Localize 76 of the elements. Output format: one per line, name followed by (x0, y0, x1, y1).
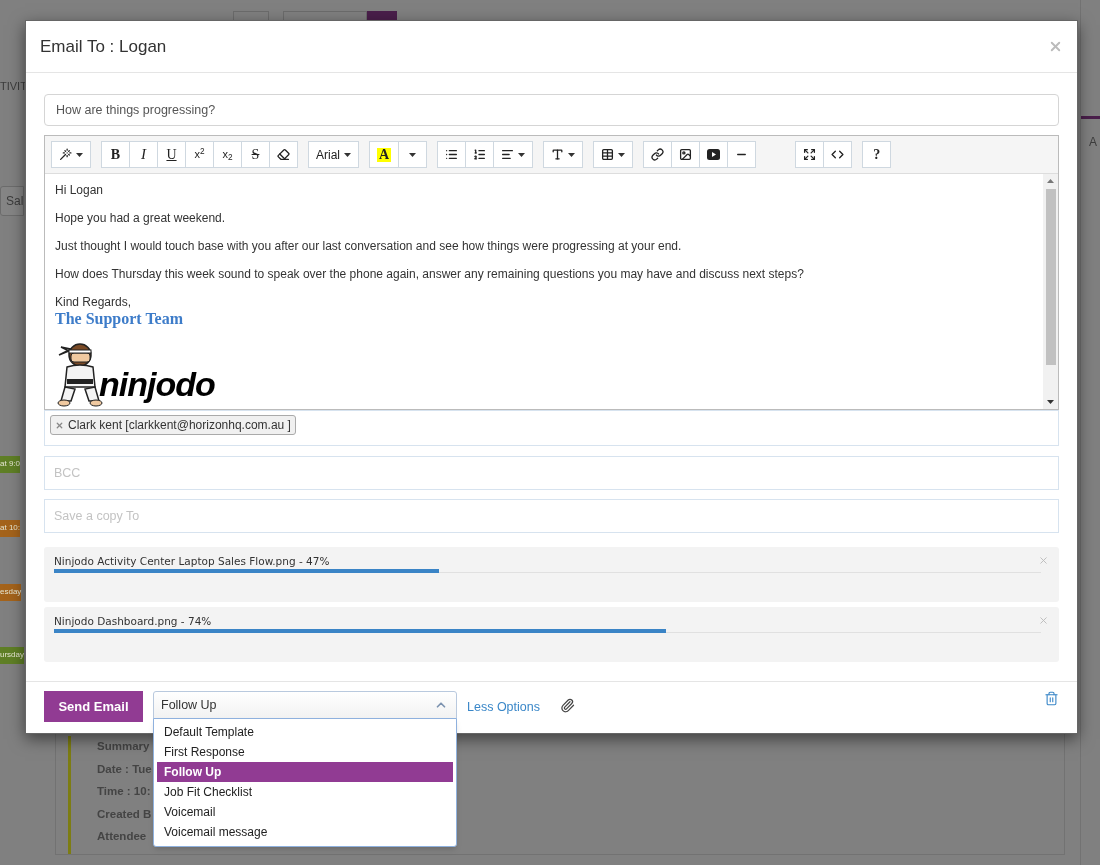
scroll-up-icon[interactable] (1047, 179, 1054, 183)
save-copy-field[interactable]: Save a copy To (44, 499, 1059, 533)
logo-text: ninjodo (99, 367, 215, 401)
wand-icon (59, 148, 72, 161)
detail-label: Time : 10: (97, 784, 152, 799)
to-field[interactable]: Clark kent [clarkkent@horizonhq.com.au ] (44, 410, 1059, 446)
template-select[interactable]: Follow Up (153, 691, 457, 719)
template-option[interactable]: Job Fit Checklist (157, 782, 453, 802)
attachment-name: Ninjodo Dashboard.png - 74% (54, 615, 212, 628)
toolbar-button[interactable] (823, 141, 853, 168)
link-icon (651, 148, 665, 161)
detail-label: Date : Tue (97, 761, 152, 776)
bullet-list-icon (445, 148, 459, 161)
scroll-down-icon[interactable] (1047, 400, 1054, 404)
less-options-link[interactable]: Less Options (467, 698, 540, 717)
template-option[interactable]: Voicemail (157, 802, 453, 822)
remove-icon (55, 420, 64, 430)
caret-icon (409, 152, 417, 157)
event-tag: at 9:0 (0, 455, 20, 473)
email-paragraph: How does Thursday this week sound to speak over the phone again, answer any remaining questions you may have and discuss next steps? (55, 267, 805, 281)
toolbar-button[interactable] (795, 141, 825, 168)
email-paragraph: Just thought I would touch base with you after our last conversation and see how things were progressing at your end. (55, 239, 683, 253)
template-option[interactable]: Follow Up (157, 762, 453, 782)
email-paragraph: Hi Logan (55, 183, 105, 197)
event-tag: at 10: (0, 519, 20, 537)
table-icon (601, 148, 615, 161)
background-label: A (1089, 134, 1098, 151)
paperclip-icon[interactable] (559, 698, 575, 713)
send-email-button[interactable]: Send Email (44, 691, 143, 722)
code-icon (831, 148, 845, 161)
toolbar-button[interactable] (493, 141, 534, 168)
bcc-field[interactable]: BCC (44, 456, 1059, 490)
email-paragraph: Hope you had a great weekend. (55, 211, 227, 225)
event-tag: esday (0, 583, 22, 601)
toolbar-button[interactable] (465, 141, 495, 168)
template-option[interactable]: First Response (157, 742, 453, 762)
detail-label: Created B (97, 806, 152, 821)
text-size-icon (551, 148, 565, 161)
dropdown-toggle[interactable] (398, 141, 428, 168)
dialog-title: Email To : Logan (40, 35, 167, 58)
toolbar-button[interactable] (543, 141, 584, 168)
scrollbar[interactable] (1043, 174, 1058, 409)
toolbar-button[interactable]: Arial (308, 141, 359, 168)
email-closing: Kind Regards, (55, 295, 133, 309)
video-icon (707, 149, 721, 160)
toolbar-button[interactable]: I (129, 141, 158, 168)
toolbar-button[interactable] (643, 141, 673, 168)
toolbar-button[interactable]: A (369, 141, 400, 168)
fullscreen-icon (803, 148, 817, 161)
toolbar-button[interactable] (671, 141, 701, 168)
email-signature: The Support Team (55, 309, 185, 329)
toolbar-button[interactable]: B (101, 141, 130, 168)
background-label: TIVIT (0, 79, 27, 94)
toolbar-button[interactable] (269, 141, 298, 168)
toolbar-button[interactable]: S (241, 141, 270, 168)
subject-field[interactable]: How are things progressing? (44, 94, 1059, 126)
toolbar-button[interactable] (699, 141, 729, 168)
toolbar-button[interactable]: U (157, 141, 186, 168)
toolbar-button[interactable]: ? (862, 141, 892, 168)
recipient-chip[interactable]: Clark kent [clarkkent@horizonhq.com.au ] (50, 415, 296, 435)
numbered-list-icon (473, 148, 487, 161)
trash-icon[interactable] (1044, 691, 1059, 706)
attachment-name: Ninjodo Activity Center Laptop Sales Flow.png - 47% (54, 555, 330, 568)
detail-label: Summary (97, 739, 151, 754)
toolbar-button[interactable] (437, 141, 467, 168)
toolbar-button[interactable] (593, 141, 634, 168)
align-left-icon (501, 148, 515, 161)
eraser-icon (277, 148, 290, 161)
toolbar-button[interactable]: x$^{2}$ (185, 141, 214, 168)
template-option[interactable]: Default Template (157, 722, 453, 742)
template-option[interactable]: Voicemail message (157, 822, 453, 842)
toolbar-button[interactable] (51, 141, 91, 168)
detail-label: Attendee (97, 829, 148, 844)
event-tag: ursday (0, 646, 24, 664)
toolbar-button[interactable]: x$_{2}$ (213, 141, 242, 168)
image-icon (679, 148, 693, 161)
